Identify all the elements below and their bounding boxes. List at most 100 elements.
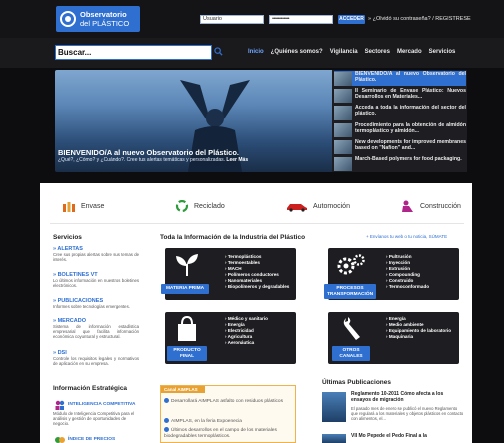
search-icon[interactable] (214, 47, 223, 56)
publication-item[interactable]: VII Mo Pepede el Pedo Final a la (322, 433, 464, 443)
box-producto-final[interactable]: PRODUCTO FINAL Médico y sanitario Energí… (165, 312, 296, 364)
login-button[interactable]: ACCEDER (338, 15, 365, 24)
publication-title[interactable]: VII Mo Pepede el Pedo Final a la (351, 433, 427, 443)
news-thumbnail (334, 106, 352, 120)
publications-heading: Últimas Publicaciones (322, 379, 391, 386)
service-desc: Lo últimos información en nuestros bolet… (53, 278, 139, 289)
bullet-icon (164, 427, 169, 432)
industry-heading: Toda la Información de la Industria del … (160, 234, 306, 241)
news-item-text: BIENVENIDO/A al nuevo Observatorio del P… (355, 71, 466, 84)
news-item-text: Acceda a toda la información del sector … (355, 105, 466, 118)
publication-desc: El pasado mes de enero se publicó el nue… (351, 405, 464, 421)
news-item[interactable]: New developments for improved membranes … (334, 139, 466, 154)
canal-item[interactable]: Desarrollará AIMPLAS asfalto con residuo… (164, 398, 294, 405)
price-index-icon (55, 437, 65, 443)
news-item[interactable]: March-Based polymers for food packaging. (334, 156, 466, 171)
service-mercado[interactable]: » MERCADO Sistema de información estadís… (53, 318, 139, 340)
username-input[interactable]: Usuario (200, 15, 264, 24)
list-item[interactable]: Maquinaria (386, 334, 451, 340)
bottles-icon (63, 202, 75, 212)
hero-title: BIENVENIDO/A al nuevo Observatorio del P… (58, 148, 240, 157)
notify-link[interactable]: + Envíanos tu web o tu noticia, SÚMATE (366, 234, 447, 239)
wrench-icon (343, 317, 360, 340)
otros-canales-button[interactable]: OTROS CANALES (332, 346, 370, 361)
news-panel: BIENVENIDO/A al nuevo Observatorio del P… (332, 70, 467, 172)
nav-item-quienes-somos[interactable]: ¿Quiénes somos? (271, 49, 323, 55)
service-publicaciones[interactable]: » PUBLICACIONES Informes sobre tecnologí… (53, 298, 139, 309)
canal-item-text: Desarrollará AIMPLAS asfalto con residuo… (171, 398, 283, 404)
news-item-text: II Seminario de Envase Plástico: Nuevos … (355, 88, 466, 101)
sector-construccion[interactable]: Construcción (401, 200, 461, 212)
producto-final-button[interactable]: PRODUCTO FINAL (167, 346, 207, 361)
service-dsi[interactable]: » DSI Controle los requisitos legales y … (53, 350, 139, 366)
bullet-icon (164, 418, 169, 423)
shopping-bag-icon (178, 316, 196, 341)
news-item[interactable]: II Seminario de Envase Plástico: Nuevos … (334, 88, 466, 103)
materia-prima-button[interactable]: MATERIA PRIMA (161, 284, 209, 294)
canal-item[interactable]: AIMPLAS, en la feria Expoenecia (164, 418, 294, 425)
canal-aimplas-heading: Canal AIMPLAS (161, 386, 205, 393)
construction-worker-icon (402, 200, 413, 212)
hero-subtitle: ¿Qué?, ¿Cómo? y ¿Cuándo?. Cree tus alert… (58, 157, 248, 163)
section-divider (50, 223, 464, 224)
service-desc: Cree sus propias alertas sobre sus temas… (53, 252, 139, 263)
news-thumbnail (334, 123, 352, 137)
materia-prima-list: Termoplásticos Termoestables MACH Políme… (225, 254, 290, 290)
strategic-heading: Información Estratégica (53, 385, 128, 392)
service-boletines[interactable]: » BOLETINES VT Lo últimos información en… (53, 272, 139, 288)
strategic-item-title[interactable]: ÍNDICE DE PRECIOS (68, 437, 115, 442)
hero-read-more-link[interactable]: Leer Más (226, 157, 248, 163)
people-icon (55, 400, 65, 410)
news-thumbnail (334, 89, 352, 103)
list-item[interactable]: Termoconformado (386, 284, 429, 290)
nav-item-vigilancia[interactable]: Vigilancia (330, 49, 358, 55)
procesos-button[interactable]: PROCESOS TRANSFORMACIÓN (324, 284, 376, 299)
news-item[interactable]: Procedimiento para la obtención de almid… (334, 122, 466, 137)
service-desc: Informes sobre tecnologías emergentes. (53, 304, 130, 309)
site-logo[interactable]: Observatorio del PLÁSTICO (56, 6, 140, 32)
search-input[interactable]: Buscar... (55, 45, 212, 60)
car-icon (287, 204, 307, 212)
news-thumbnail (334, 157, 352, 171)
list-item[interactable]: Biopolímeros y degradables (225, 284, 290, 290)
canal-item[interactable]: Últimos desarrollos en el campo de los m… (164, 427, 294, 439)
service-desc: Sistema de información estadística empre… (53, 324, 139, 340)
nav-item-mercado[interactable]: Mercado (397, 49, 422, 55)
logo-line2: del PLÁSTICO (80, 19, 130, 28)
sector-label: Envase (81, 202, 105, 210)
publication-title[interactable]: Reglamento 10-2011 Cómo afecta a los ens… (351, 391, 464, 404)
list-item[interactable]: Aeronáutica (225, 340, 268, 346)
sector-automocion[interactable]: Automoción (286, 200, 350, 212)
login-links[interactable]: » ¿Olvidó su contraseña? / REGISTRESE (368, 16, 471, 22)
logo-ring-icon (60, 11, 76, 27)
strategic-item-title[interactable]: INTELIGENCIA COMPETITIVA (68, 402, 135, 407)
sector-label: Automoción (313, 202, 350, 210)
nav-item-inicio[interactable]: Inicio (248, 49, 264, 55)
nav-item-servicios[interactable]: Servicios (429, 49, 456, 55)
box-procesos[interactable]: PROCESOS TRANSFORMACIÓN Pultrusión Inyec… (324, 248, 459, 300)
recycle-icon (175, 200, 189, 212)
services-heading: Servicios (53, 234, 82, 241)
otros-canales-list: Energía Medio ambiente Equipamiento de l… (386, 316, 451, 340)
publication-thumbnail (322, 392, 346, 422)
logo-line1: Observatorio (80, 10, 127, 19)
bullet-icon (164, 398, 169, 403)
news-item[interactable]: Acceda a toda la información del sector … (334, 105, 466, 120)
box-otros-canales[interactable]: OTROS CANALES Energía Medio ambiente Equ… (328, 312, 459, 364)
news-item[interactable]: BIENVENIDO/A al nuevo Observatorio del P… (334, 71, 466, 86)
nav-item-sectores[interactable]: Sectores (365, 49, 390, 55)
procesos-list: Pultrusión Inyección Extrusión Compoundi… (386, 254, 429, 290)
news-item-text: March-Based polymers for food packaging. (355, 156, 462, 162)
service-alertas[interactable]: » ALERTAS Cree sus propias alertas sobre… (53, 246, 139, 262)
sector-envase[interactable]: Envase (62, 200, 104, 212)
hero-subtitle-text: ¿Qué?, ¿Cómo? y ¿Cuándo?. Cree tus alert… (58, 157, 226, 163)
password-input[interactable]: •••••••••••• (269, 15, 333, 24)
plant-icon (176, 254, 198, 276)
gears-icon (337, 254, 365, 275)
box-materia-prima[interactable]: MATERIA PRIMA Termoplásticos Termoestabl… (161, 248, 296, 300)
news-thumbnail (334, 140, 352, 154)
sector-reciclado[interactable]: Reciclado (175, 200, 225, 212)
producto-final-list: Médico y sanitario Energía Electricidad … (225, 316, 268, 346)
publication-thumbnail (322, 434, 346, 443)
publication-item[interactable]: Reglamento 10-2011 Cómo afecta a los ens… (322, 391, 464, 422)
